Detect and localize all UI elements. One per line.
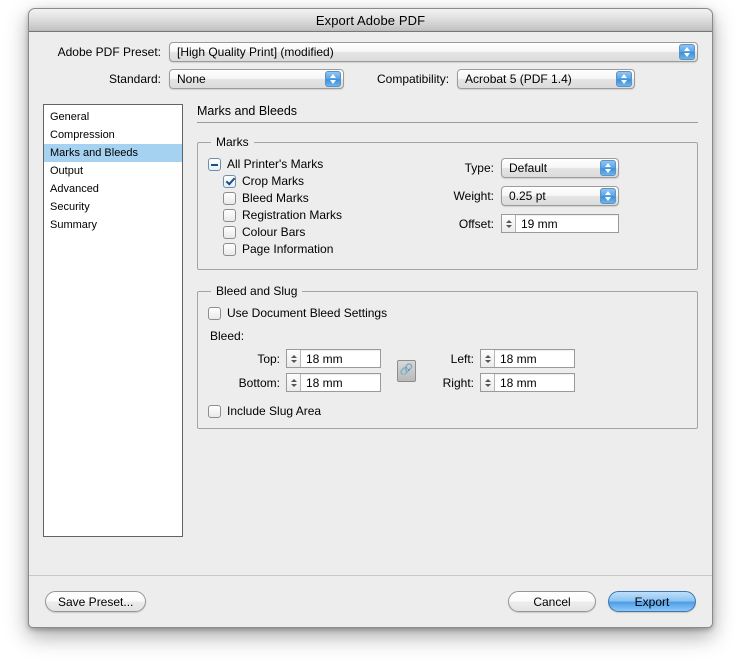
dialog-title: Export Adobe PDF xyxy=(315,12,426,28)
settings-category-list[interactable]: General Compression Marks and Bleeds Out… xyxy=(43,104,183,537)
chevron-updown-icon[interactable] xyxy=(600,160,616,176)
dialog-footer: Save Preset... Cancel Export xyxy=(29,575,712,627)
sidebar-item-advanced[interactable]: Advanced xyxy=(44,180,182,198)
bleed-left-stepper[interactable] xyxy=(481,350,495,367)
checkbox-row-include-slug-area[interactable]: Include Slug Area xyxy=(208,404,687,418)
standard-label: Standard: xyxy=(108,72,161,86)
standard-value: None xyxy=(177,72,206,86)
checkbox-include-slug-area[interactable] xyxy=(208,404,221,418)
checkbox-row-crop-marks[interactable]: Crop Marks xyxy=(223,174,436,188)
bleed-top-value: 18 mm xyxy=(306,351,343,366)
checkbox-registration-marks[interactable] xyxy=(223,208,236,222)
checkbox-page-information[interactable] xyxy=(223,242,236,256)
offset-field[interactable]: 19 mm xyxy=(501,214,619,233)
standard-compat-row: Standard: None Compatibility: Acrobat 5 … xyxy=(43,69,698,89)
type-label: Type: xyxy=(464,161,494,175)
sidebar-item-compression[interactable]: Compression xyxy=(44,126,182,144)
chevron-updown-icon[interactable] xyxy=(616,71,633,87)
bleed-bottom-field[interactable]: 18 mm xyxy=(286,373,381,392)
bleed-top-label: Top: xyxy=(257,351,280,366)
bleed-right-value: 18 mm xyxy=(500,375,537,390)
chevron-updown-icon[interactable] xyxy=(600,188,616,204)
bleed-left-field[interactable]: 18 mm xyxy=(480,349,575,368)
sidebar-item-output[interactable]: Output xyxy=(44,162,182,180)
export-button[interactable]: Export xyxy=(608,591,696,612)
checkbox-label: Crop Marks xyxy=(242,174,305,188)
preset-area: Adobe PDF Preset: [High Quality Print] (… xyxy=(29,32,712,102)
bleed-left-value: 18 mm xyxy=(500,351,537,366)
type-value: Default xyxy=(509,161,548,175)
export-adobe-pdf-dialog: Export Adobe PDF Adobe PDF Preset: [High… xyxy=(28,8,713,628)
bleed-top-stepper[interactable] xyxy=(287,350,301,367)
save-preset-button[interactable]: Save Preset... xyxy=(45,591,147,612)
checkbox-row-registration-marks[interactable]: Registration Marks xyxy=(223,208,436,222)
checkbox-row-colour-bars[interactable]: Colour Bars xyxy=(223,225,436,239)
bleed-vertical-column: Top: 18 mm Bottom: 18 mm xyxy=(218,349,381,392)
offset-stepper[interactable] xyxy=(502,215,516,232)
type-popup[interactable]: Default xyxy=(501,158,619,178)
checkbox-label: Colour Bars xyxy=(242,225,306,239)
bleed-right-field[interactable]: 18 mm xyxy=(480,373,575,392)
bleed-group-legend: Bleed and Slug xyxy=(216,284,298,298)
settings-pane: Marks and Bleeds Marks All Printer's Mar… xyxy=(183,104,698,557)
bleed-label: Bleed: xyxy=(210,329,245,343)
bleed-bottom-stepper[interactable] xyxy=(287,374,301,391)
checkbox-use-document-bleed-settings[interactable] xyxy=(208,306,221,320)
bleed-fields: Top: 18 mm Bottom: 18 mm 🔗 Left: 18 mm R… xyxy=(218,349,687,392)
bleed-and-slug-group: Bleed and Slug Use Document Bleed Settin… xyxy=(197,284,698,429)
checkbox-crop-marks[interactable] xyxy=(223,174,236,188)
preset-value: [High Quality Print] (modified) xyxy=(177,45,334,59)
compatibility-popup[interactable]: Acrobat 5 (PDF 1.4) xyxy=(457,69,636,89)
dialog-titlebar[interactable]: Export Adobe PDF xyxy=(29,9,712,32)
checkbox-label: Bleed Marks xyxy=(242,191,309,205)
sidebar-item-security[interactable]: Security xyxy=(44,198,182,216)
link-icon: 🔗 xyxy=(399,364,414,376)
offset-label: Offset: xyxy=(458,216,494,231)
marks-group-legend: Marks xyxy=(216,135,249,149)
checkbox-label: All Printer's Marks xyxy=(227,157,324,171)
marks-controls-column: Type: Default Weight: 0.25 pt Offset: 19… xyxy=(436,157,687,259)
checkbox-bleed-marks[interactable] xyxy=(223,191,236,205)
compatibility-value: Acrobat 5 (PDF 1.4) xyxy=(465,72,572,86)
sidebar-item-summary[interactable]: Summary xyxy=(44,216,182,234)
weight-value: 0.25 pt xyxy=(509,189,546,203)
preset-row: Adobe PDF Preset: [High Quality Print] (… xyxy=(43,42,698,62)
preset-label: Adobe PDF Preset: xyxy=(57,45,161,59)
marks-group: Marks All Printer's Marks Crop Marks Ble… xyxy=(197,135,698,270)
checkbox-row-page-information[interactable]: Page Information xyxy=(223,242,436,256)
marks-checkbox-column: All Printer's Marks Crop Marks Bleed Mar… xyxy=(208,157,436,259)
sidebar-item-general[interactable]: General xyxy=(44,108,182,126)
standard-popup[interactable]: None xyxy=(169,69,344,89)
weight-popup[interactable]: 0.25 pt xyxy=(501,186,619,206)
bleed-top-field[interactable]: 18 mm xyxy=(286,349,381,368)
checkbox-label: Use Document Bleed Settings xyxy=(227,306,388,320)
chevron-updown-icon[interactable] xyxy=(325,71,341,87)
weight-label: Weight: xyxy=(453,189,494,203)
bleed-right-label: Right: xyxy=(442,375,474,390)
chevron-updown-icon[interactable] xyxy=(679,44,695,60)
link-bleed-values-button[interactable]: 🔗 xyxy=(397,359,416,382)
bleed-right-stepper[interactable] xyxy=(481,374,495,391)
checkbox-row-all-printers-marks[interactable]: All Printer's Marks xyxy=(208,157,436,171)
checkbox-all-printers-marks[interactable] xyxy=(208,157,221,171)
checkbox-label: Include Slug Area xyxy=(227,404,322,418)
checkbox-row-bleed-marks[interactable]: Bleed Marks xyxy=(223,191,436,205)
cancel-button[interactable]: Cancel xyxy=(508,591,596,612)
checkbox-label: Page Information xyxy=(242,242,334,256)
checkbox-row-use-document-bleed[interactable]: Use Document Bleed Settings xyxy=(208,306,687,320)
preset-popup[interactable]: [High Quality Print] (modified) xyxy=(169,42,698,62)
compatibility-label: Compatibility: xyxy=(377,72,450,86)
sidebar-item-marks-and-bleeds[interactable]: Marks and Bleeds xyxy=(44,144,182,162)
bleed-left-label: Left: xyxy=(450,351,474,366)
checkbox-colour-bars[interactable] xyxy=(223,225,236,239)
checkbox-label: Registration Marks xyxy=(242,208,343,222)
dialog-body: General Compression Marks and Bleeds Out… xyxy=(29,102,712,557)
bleed-bottom-value: 18 mm xyxy=(306,375,343,390)
pane-title: Marks and Bleeds xyxy=(197,104,698,123)
bleed-bottom-label: Bottom: xyxy=(238,375,280,390)
offset-value: 19 mm xyxy=(521,216,558,231)
bleed-horizontal-column: Left: 18 mm Right: 18 mm xyxy=(432,349,575,392)
